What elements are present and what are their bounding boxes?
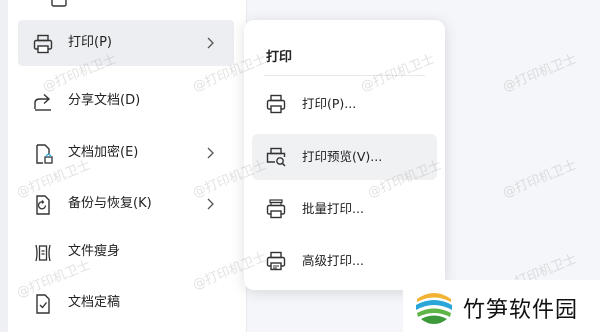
left-panel-edge — [0, 0, 8, 332]
printer-icon — [265, 93, 287, 115]
menu-item-label: 文件瘦身 — [68, 244, 121, 259]
watermark: @打印机卫士 — [500, 157, 579, 201]
submenu-item-print[interactable]: 打印(P)... — [252, 81, 437, 127]
chevron-right-icon — [204, 146, 216, 160]
menu-item-label: 备份与恢复(K) — [68, 196, 152, 211]
printer-icon — [32, 33, 54, 55]
chevron-right-icon — [204, 36, 216, 50]
menu-item-label: 文档定稿 — [68, 295, 121, 310]
submenu-item-advanced-print[interactable]: 高级打印... — [252, 238, 437, 284]
brand-name: 竹笋软件园 — [463, 298, 579, 323]
backup-icon — [32, 194, 54, 216]
print-submenu: 打印 打印(P)... 打印预览(V)... 批量打印... 高级打印... — [244, 20, 445, 290]
submenu-item-print-preview[interactable]: 打印预览(V)... — [252, 134, 437, 180]
menu-item-file-slim[interactable]: 文件瘦身 — [18, 229, 234, 275]
brand-badge: 竹笋软件园 — [403, 280, 600, 332]
divider — [264, 75, 425, 76]
submenu-item-label: 打印(P)... — [302, 96, 357, 111]
advanced-print-icon — [265, 250, 287, 272]
previous-menu-item-partial[interactable] — [34, 0, 250, 8]
menu-item-encrypt[interactable]: 文档加密(E) — [18, 130, 234, 176]
menu-item-label: 文档加密(E) — [68, 145, 139, 160]
document-icon — [48, 0, 70, 8]
menu-item-print[interactable]: 打印(P) — [18, 20, 234, 66]
menu-item-label: 打印(P) — [68, 35, 112, 50]
batch-print-icon — [265, 198, 287, 220]
share-icon — [32, 91, 54, 113]
menu-item-share[interactable]: 分享文档(D) — [18, 78, 234, 124]
submenu-item-label: 批量打印... — [302, 201, 364, 216]
menu-item-finalize[interactable]: 文档定稿 — [18, 280, 234, 326]
watermark: @打印机卫士 — [500, 51, 579, 95]
document-final-icon — [32, 293, 54, 315]
chevron-right-icon — [204, 197, 216, 211]
submenu-title: 打印 — [266, 50, 293, 65]
menu-item-backup-restore[interactable]: 备份与恢复(K) — [18, 181, 234, 227]
file-slim-icon — [32, 242, 54, 264]
submenu-item-batch-print[interactable]: 批量打印... — [252, 186, 437, 232]
menu-item-label: 分享文档(D) — [68, 93, 141, 108]
bamboo-logo — [413, 285, 455, 327]
submenu-item-label: 高级打印... — [302, 253, 364, 268]
submenu-item-label: 打印预览(V)... — [302, 149, 383, 164]
print-preview-icon — [265, 146, 287, 168]
document-lock-icon — [32, 143, 54, 165]
